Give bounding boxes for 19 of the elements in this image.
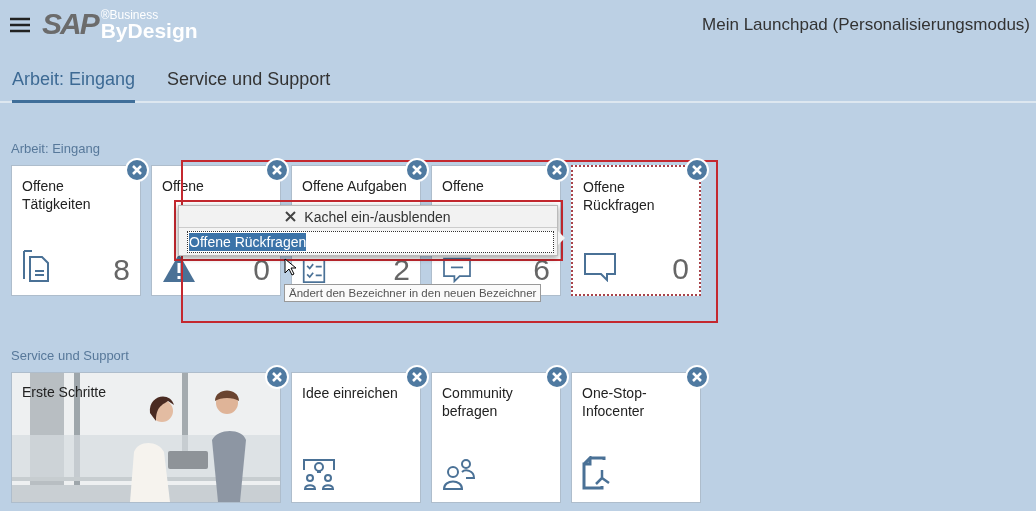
tile-count: 0 — [672, 253, 689, 285]
section-title: Service und Support — [10, 348, 130, 363]
tile-title: Offene — [442, 178, 484, 194]
tile-title: Offene Aufgaben — [302, 178, 407, 194]
tile-title: Community befragen — [442, 385, 513, 419]
tile-title: Offene Rückfragen — [583, 179, 655, 213]
tile-title: Idee einreichen — [302, 385, 398, 401]
tile-title: Erste Schritte — [22, 384, 107, 400]
section-title: Arbeit: Eingang — [10, 141, 101, 156]
tile-count: 0 — [253, 254, 270, 286]
tile-title: One-Stop-Infocenter — [582, 385, 647, 419]
logo-superscript: ®Business — [100, 9, 160, 21]
tile-count: 6 — [533, 254, 550, 286]
tile-count: 8 — [113, 254, 130, 286]
tile-title: Offene Tätigkeiten — [22, 178, 91, 212]
tooltip: Ändert den Bezeichner in den neuen Bezeichner — [284, 284, 542, 302]
page-title: Mein Launchpad (Personalisierungsmodus) — [702, 15, 1030, 35]
logo-brand: SAP — [42, 9, 98, 39]
logo-product: ByDesign — [100, 21, 198, 41]
